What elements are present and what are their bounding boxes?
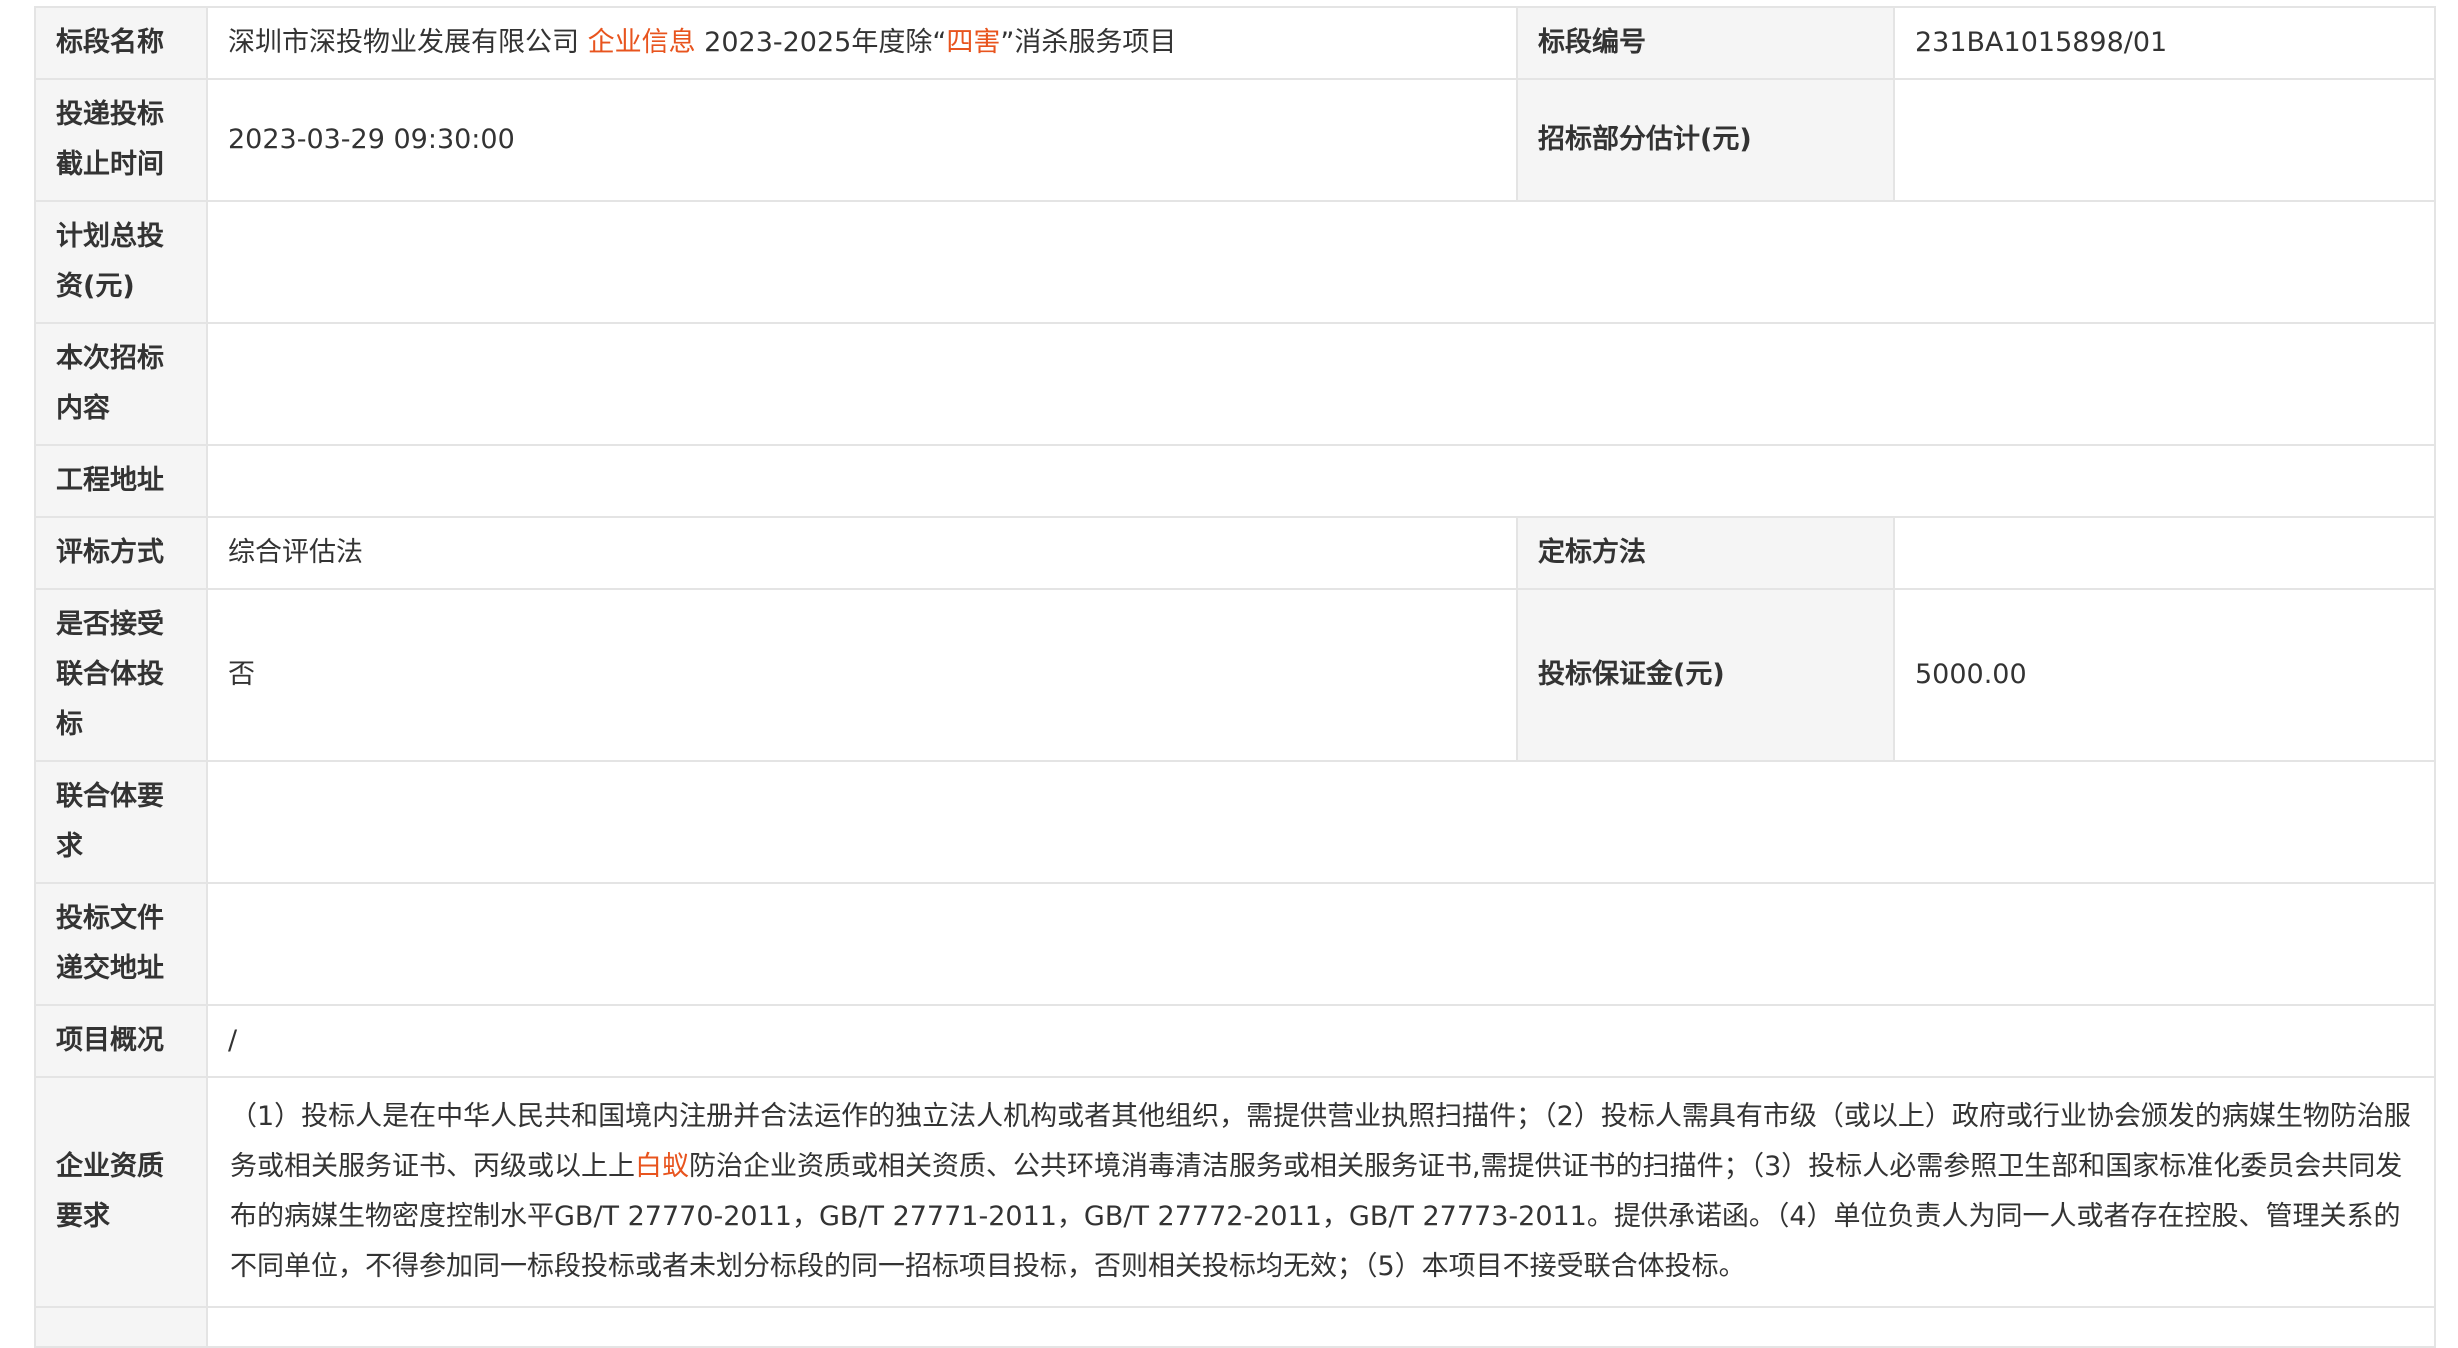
row-project-overview: 项目概况 / (34, 1004, 2436, 1078)
tender-info-section: 标段名称 深圳市深投物业发展有限公司 企业信息 2023-2025年度除“四害”… (34, 6, 2436, 1348)
value-bid-bond: 5000.00 (1893, 588, 2436, 762)
label-consortium-accepted: 是否接受联合体投标 (34, 588, 208, 762)
row-submission-address: 投标文件递交地址 (34, 882, 2436, 1006)
section-name-mid: 2023-2025年度除“ (695, 27, 947, 58)
value-evaluation-method: 综合评估法 (206, 516, 1518, 590)
label-project-overview: 项目概况 (34, 1004, 208, 1078)
value-award-method (1893, 516, 2436, 590)
label-project-address: 工程地址 (34, 444, 208, 518)
row-tender-content: 本次招标内容 (34, 322, 2436, 446)
value-project-address (206, 444, 2436, 518)
label-consortium-requirements: 联合体要求 (34, 760, 208, 884)
highlight-company-info: 企业信息 (587, 27, 696, 58)
row-evaluation-method: 评标方式 综合评估法 定标方法 (34, 516, 2436, 590)
section-name-prefix: 深圳市深投物业发展有限公司 (228, 27, 588, 58)
row-consortium-accepted: 是否接受联合体投标 否 投标保证金(元) 5000.00 (34, 588, 2436, 762)
label-award-method: 定标方法 (1516, 516, 1895, 590)
value-tender-content (206, 322, 2436, 446)
value-next-partial (206, 1306, 2436, 1348)
row-next-partial (34, 1306, 2436, 1348)
value-deadline: 2023-03-29 09:30:00 (206, 78, 1518, 202)
value-qualification-requirements: （1）投标人是在中华人民共和国境内注册并合法运作的独立法人机构或者其他组织，需提… (206, 1076, 2436, 1308)
label-next-partial (34, 1306, 208, 1348)
highlight-four-pests: 四害 (946, 27, 1001, 58)
row-project-address: 工程地址 (34, 444, 2436, 518)
label-estimated-amount: 招标部分估计(元) (1516, 78, 1895, 202)
value-project-overview: / (206, 1004, 2436, 1078)
value-section-name: 深圳市深投物业发展有限公司 企业信息 2023-2025年度除“四害”消杀服务项… (206, 6, 1518, 80)
value-consortium-requirements (206, 760, 2436, 884)
tender-info-table: 标段名称 深圳市深投物业发展有限公司 企业信息 2023-2025年度除“四害”… (34, 6, 2436, 1348)
value-submission-address (206, 882, 2436, 1006)
row-consortium-requirements: 联合体要求 (34, 760, 2436, 884)
label-section-number: 标段编号 (1516, 6, 1895, 80)
row-qualification-requirements: 企业资质要求 （1）投标人是在中华人民共和国境内注册并合法运作的独立法人机构或者… (34, 1076, 2436, 1308)
label-tender-content: 本次招标内容 (34, 322, 208, 446)
value-total-investment (206, 200, 2436, 324)
row-total-investment: 计划总投资(元) (34, 200, 2436, 324)
label-section-name: 标段名称 (34, 6, 208, 80)
label-total-investment: 计划总投资(元) (34, 200, 208, 324)
label-qualification-requirements: 企业资质要求 (34, 1076, 208, 1308)
label-submission-address: 投标文件递交地址 (34, 882, 208, 1006)
value-section-number: 231BA1015898/01 (1893, 6, 2436, 80)
row-section-name: 标段名称 深圳市深投物业发展有限公司 企业信息 2023-2025年度除“四害”… (34, 6, 2436, 80)
row-deadline: 投递投标截止时间 2023-03-29 09:30:00 招标部分估计(元) (34, 78, 2436, 202)
highlight-termite: 白蚁 (635, 1151, 689, 1182)
label-deadline: 投递投标截止时间 (34, 78, 208, 202)
value-estimated-amount (1893, 78, 2436, 202)
section-name-suffix: ”消杀服务项目 (1000, 27, 1177, 58)
label-evaluation-method: 评标方式 (34, 516, 208, 590)
label-bid-bond: 投标保证金(元) (1516, 588, 1895, 762)
value-consortium-accepted: 否 (206, 588, 1518, 762)
